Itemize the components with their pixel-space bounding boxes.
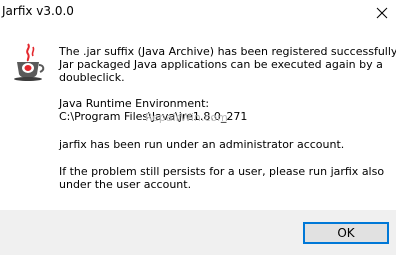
ok-button[interactable]: OK	[303, 222, 389, 244]
close-button[interactable]	[368, 2, 396, 24]
message-line: The .jar suffix (Java Archive) has been …	[59, 45, 396, 58]
close-icon	[376, 7, 388, 19]
jre-label: Java Runtime Environment:	[59, 97, 210, 110]
watermark: RepairWin.com	[145, 111, 228, 124]
dialog-window: Jarfix v3.0.0 The .jar suffix (Java Arch…	[0, 0, 396, 255]
title-bar: Jarfix v3.0.0	[0, 0, 396, 26]
message-line: doubleclick.	[59, 71, 125, 84]
java-cup-icon	[11, 42, 49, 82]
persist-line: under the user account.	[59, 178, 192, 191]
message-line: Jar packaged Java applications can be ex…	[59, 58, 383, 71]
window-title: Jarfix v3.0.0	[2, 4, 74, 18]
persist-line: If the problem still persists for a user…	[59, 165, 385, 178]
admin-note: jarfix has been run under an administrat…	[59, 138, 345, 151]
